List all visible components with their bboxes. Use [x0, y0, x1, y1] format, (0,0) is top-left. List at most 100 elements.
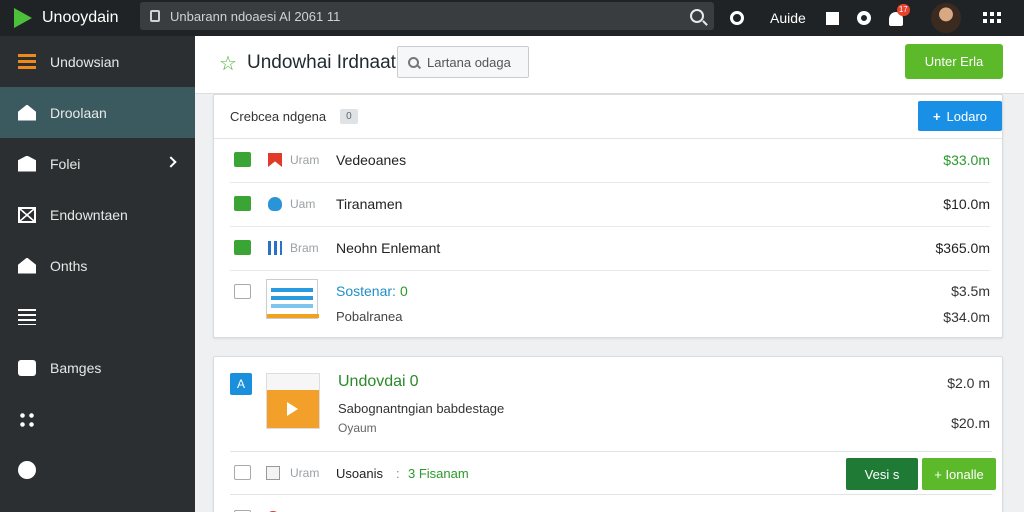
row-amount: $33.0m — [943, 152, 990, 168]
notifications-button[interactable]: 17 — [888, 4, 910, 26]
detail-card: A Undovdai 0 Sabognantngian babdestage Oy… — [213, 356, 1003, 512]
page-title: Undowhai Irdnaat — [247, 52, 396, 73]
count-badge: 0 — [340, 109, 358, 124]
table-row[interactable]: Bram Neohn Enlemant $365.0m — [230, 227, 990, 271]
row-amount: $365.0m — [935, 240, 990, 256]
detail-sub: Oyaum — [338, 421, 377, 435]
sidebar-item-label: Droolaan — [50, 104, 107, 121]
table-row[interactable]: Uram Usoanis : 3 Fisanam Vesi s + Ionall… — [230, 451, 996, 495]
sidebar-item-endowntaen[interactable]: Endowntaen — [0, 189, 195, 240]
notification-badge: 17 — [896, 4, 910, 16]
sub-item-name: Sostenar: 0 — [336, 283, 408, 299]
sidebar-item-dots[interactable] — [0, 393, 195, 444]
sidebar-item-label: Onths — [50, 257, 88, 274]
document-thumbnail-icon — [266, 279, 319, 319]
main-content: ☆ Undowhai Irdnaat Lartana odaga Unter E… — [195, 36, 1024, 512]
table-row[interactable]: Uam Tiranamen $10.0m — [230, 183, 990, 227]
row-link[interactable]: 3 Fisanam — [408, 466, 469, 481]
row-name: Neohn Enlemant — [336, 240, 441, 256]
checkbox-icon[interactable] — [234, 152, 251, 167]
apps-grid-icon[interactable] — [982, 12, 1001, 24]
sub-item-amount: $3.5m — [951, 283, 990, 299]
sub-item-count: 0 — [399, 283, 408, 299]
sidebar-item-label: Undowsian — [50, 53, 120, 70]
add-item-button[interactable]: + Lodaro — [918, 101, 1002, 131]
row-name: Tiranamen — [336, 196, 403, 212]
sub-item-desc: Pobalranea — [336, 309, 403, 324]
house-icon — [18, 257, 36, 274]
sidebar: Undowsian Droolaan Folei Endowntaen Onth… — [0, 36, 195, 512]
lock-icon — [150, 10, 160, 22]
row-tag: Uam — [290, 197, 316, 211]
search-icon[interactable] — [690, 9, 704, 23]
sidebar-item-undowsian[interactable]: Undowsian — [0, 36, 195, 87]
add-item-label: Lodaro — [946, 108, 988, 124]
global-search[interactable]: Unbarann ndoaesi Al 2061 11 — [140, 2, 714, 30]
checkbox-icon[interactable] — [234, 196, 251, 211]
dots-icon — [18, 410, 36, 427]
header-search-input[interactable]: Lartana odaga — [397, 46, 529, 78]
camera-icon — [18, 359, 36, 376]
table-row[interactable] — [230, 507, 992, 512]
checkbox-icon[interactable] — [234, 465, 251, 480]
global-search-input[interactable]: Unbarann ndoaesi Al 2061 11 — [170, 9, 690, 24]
row-separator: : — [396, 466, 400, 481]
sidebar-item-label: Endowntaen — [50, 206, 128, 223]
page-header: ☆ Undowhai Irdnaat Lartana odaga Unter E… — [195, 36, 1024, 94]
document-icon — [266, 466, 280, 480]
brand[interactable]: Unooydain — [0, 8, 140, 28]
primary-action-button[interactable]: Unter Erla — [905, 44, 1003, 79]
sidebar-item-label: Folei — [50, 155, 81, 172]
sidebar-item-label: Bamges — [50, 359, 102, 376]
detail-amount: $2.0 m — [947, 375, 990, 391]
sidebar-item-bamges[interactable]: Bamges — [0, 342, 195, 393]
header-search-placeholder: Lartana odaga — [427, 54, 511, 70]
top-right-actions: Auide 17 — [730, 0, 1001, 36]
orange-grid-icon — [18, 53, 36, 70]
sidebar-item-onths[interactable]: Onths — [0, 240, 195, 291]
cloud-icon — [268, 197, 282, 211]
red-flag-icon — [268, 153, 282, 167]
row-tag: Bram — [290, 241, 319, 255]
bars-icon — [268, 241, 282, 255]
row-tag: Uram — [290, 153, 320, 167]
detail-desc: Sabognantngian babdestage — [338, 401, 505, 416]
sub-item-amount-secondary: $34.0m — [943, 309, 990, 325]
user-label[interactable]: Auide — [770, 10, 806, 26]
search-icon — [408, 56, 419, 68]
chevron-right-icon — [165, 156, 177, 168]
view-button[interactable]: Vesi s — [846, 458, 918, 490]
checkbox-icon[interactable] — [234, 240, 251, 255]
add-button[interactable]: + Ionalle — [922, 458, 996, 490]
items-card: Crebcea ndgena 0 + Lodaro Uram Vedeoanes… — [213, 94, 1003, 338]
brand-logo-icon — [14, 8, 32, 28]
row-label: Usoanis — [336, 466, 383, 481]
app-badge-icon: A — [230, 373, 252, 395]
square-icon[interactable] — [825, 11, 839, 25]
user-icon[interactable] — [730, 11, 744, 25]
sidebar-item-list[interactable] — [0, 291, 195, 342]
mail-icon — [18, 206, 36, 223]
row-tag: Uram — [290, 466, 320, 480]
sidebar-item-folei[interactable]: Folei — [0, 138, 195, 189]
card-header-label: Crebcea ndgena — [230, 109, 327, 124]
sidebar-item-power[interactable] — [0, 444, 195, 495]
detail-title-count: 0 — [409, 373, 419, 390]
top-bar: Unooydain Unbarann ndoaesi Al 2061 11 Au… — [0, 0, 1024, 36]
checkbox-icon[interactable] — [234, 284, 251, 299]
star-icon[interactable]: ☆ — [219, 54, 237, 74]
detail-title[interactable]: Undovdai 0 — [338, 373, 419, 391]
power-icon — [18, 460, 36, 479]
video-thumbnail-icon[interactable] — [266, 373, 320, 429]
table-row[interactable]: Uram Vedeoanes $33.0m — [230, 139, 990, 183]
ring-icon[interactable] — [856, 11, 871, 25]
brand-name: Unooydain — [42, 9, 119, 26]
box-icon — [18, 155, 36, 172]
row-amount: $10.0m — [943, 196, 990, 212]
home-icon — [18, 104, 36, 121]
sidebar-item-droolaan[interactable]: Droolaan — [0, 87, 195, 138]
avatar[interactable] — [930, 3, 961, 33]
plus-icon: + — [932, 108, 941, 124]
table-row[interactable]: Sostenar: 0 Pobalranea $3.5m $34.0m — [230, 271, 990, 333]
row-name: Vedeoanes — [336, 152, 407, 168]
